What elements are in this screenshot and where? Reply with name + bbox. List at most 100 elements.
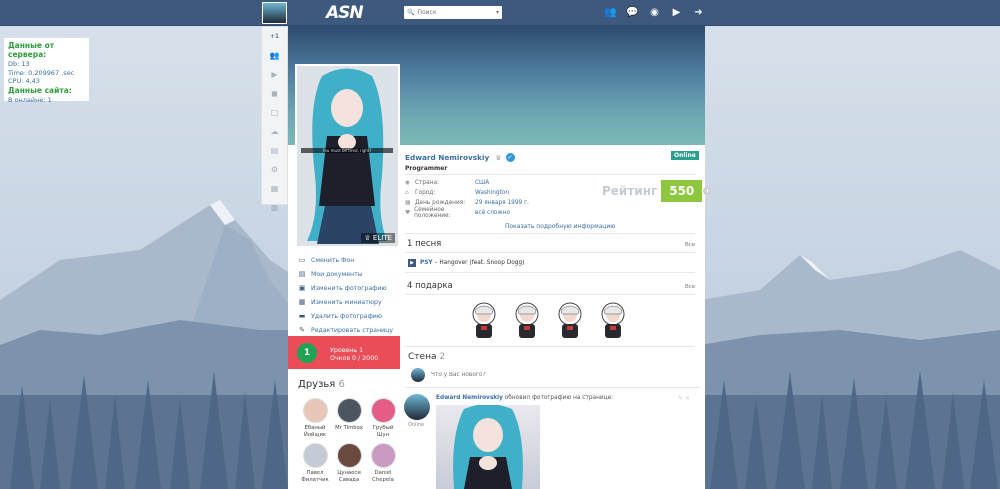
wall-post-input[interactable] [431,372,631,378]
close-icon[interactable]: ✕ [685,395,690,402]
info-row: ⌂ Город: Washington [405,188,529,198]
profile-name[interactable]: Edward Nemirovskiy [405,153,489,162]
video-icon[interactable]: ▶ [262,65,287,84]
gifts-title[interactable]: 4 подарка [407,281,453,291]
post-image[interactable] [436,405,540,489]
user-avatar-thumbnail[interactable] [262,2,287,24]
camera-icon[interactable]: ◼ [262,84,287,103]
apps-icon[interactable]: ▦ [262,179,287,198]
side-mini-menu: +1 👥 ▶ ◼ □ ☁ ▤ ⚙ ▦ ▩ [261,26,288,212]
chevron-down-icon[interactable]: ▾ [496,9,499,16]
gift-item[interactable] [599,302,627,342]
action-change-photo[interactable]: ▣ Изменить фотографию [297,281,393,295]
info-key: Город: [415,190,436,196]
profile-actions: ▭ Сменить Фон ▤ Мои документы ▣ Изменить фо… [297,253,393,337]
messages-icon[interactable]: 💬 [626,6,639,19]
action-edit-page[interactable]: ✎ Редактировать страницу [297,323,393,337]
comment-icon[interactable]: ✎ [678,395,683,402]
level-box[interactable]: 1 Уровень 1 Очков 0 / 2000 [288,336,400,369]
friends-count: 6 [338,379,345,390]
post-actions: ✎ ✕ [678,395,690,402]
crown-icon: ♕ [364,234,373,242]
site-logo[interactable]: ASN [326,3,364,23]
gift-figure [472,302,496,338]
top-nav-icons: 👥 💬 ◉ ▶ ➜ [604,6,705,19]
gift-figure [601,302,625,338]
friend-name: Daniel Chepela [372,470,394,483]
friend-item[interactable]: Грубый Шун [366,398,400,438]
document-icon[interactable]: □ [262,103,287,122]
profile-photo-art [297,66,398,246]
gift-icon[interactable]: ♛ [495,154,501,162]
friend-avatar [302,443,328,468]
wall-title[interactable]: Стена 2 [408,352,445,362]
groups-icon[interactable]: ▩ [262,198,287,217]
friend-name: Цунаеси Савада [337,470,361,483]
info-value[interactable]: Washington [475,190,509,196]
action-label: Изменить миниатюру [311,298,382,306]
action-change-thumbnail[interactable]: ▦ Изменить миниатюру [297,295,393,309]
post-author-online: Online [408,422,425,428]
people-icon[interactable]: 👥 [262,46,287,65]
song-item[interactable]: ▶ PSY – Hangover (feat. Snoop Dogg) [408,259,524,267]
post-author-avatar[interactable] [404,394,430,420]
gift-item[interactable] [513,302,541,342]
friends-icon[interactable]: 👥 [604,6,617,19]
post-text: обновил фотографию на странице: [504,395,614,401]
gifts-all-link[interactable]: Все [685,284,695,290]
info-value[interactable]: всё сложно [475,210,510,216]
friend-item[interactable]: Павел Филатчик [298,443,332,483]
action-change-background[interactable]: ▭ Сменить Фон [297,253,393,267]
documents-icon: ▤ [298,270,306,278]
gift-item[interactable] [556,302,584,342]
songs-title[interactable]: 1 песня [407,239,441,249]
wall-title-label: Стена [408,352,437,362]
action-delete-photo[interactable]: ▬ Удалить фотографию [297,309,393,323]
rating-plus-button[interactable]: + [703,187,712,195]
level-points: Очков 0 / 2000 [330,355,379,362]
profile-photo[interactable]: You must be tired, right? ♕ ELITE [295,64,400,248]
gift-item[interactable] [470,302,498,342]
notifications-badge[interactable]: +1 [262,27,287,46]
rating-value: 550 [661,180,703,202]
friend-avatar [370,398,396,423]
friends-title[interactable]: Друзья 6 [298,379,345,390]
info-value[interactable]: США [475,180,489,186]
friend-item[interactable]: Mr Timbox [332,398,366,438]
verified-icon: ✓ [505,153,515,162]
logout-icon[interactable]: ➜ [692,6,705,19]
monitor-icon: ▭ [298,256,306,264]
gift-figure [515,302,539,338]
news-icon[interactable]: ▤ [262,141,287,160]
post-author-name[interactable]: Edward Nemirovskiy [436,395,503,401]
friends-title-label: Друзья [298,379,336,390]
divider [405,387,700,388]
search-icon: 🔍 [407,9,415,16]
show-more-info-link[interactable]: Показать подробную информацию [505,223,615,230]
profile-status[interactable]: Programmer [405,165,447,172]
info-key: Страна: [415,180,439,186]
video-icon[interactable]: ▶ [670,6,683,19]
settings-icon[interactable]: ⚙ [262,160,287,179]
action-my-documents[interactable]: ▤ Мои документы [297,267,393,281]
level-badge: 1 [297,343,317,363]
online-badge: Online [671,151,699,160]
search-input[interactable] [417,9,488,16]
server-cpu: CPU: 4,43 [8,77,40,85]
play-icon[interactable]: ▶ [408,259,416,267]
cloud-icon[interactable]: ☁ [262,122,287,141]
divider [405,252,695,253]
friend-item[interactable]: Daniel Chepela [366,443,400,483]
info-value[interactable]: 29 января 1999 г. [475,200,529,206]
server-db: Db: 13 [8,60,30,68]
songs-all-link[interactable]: Все [685,242,695,248]
post-image-art [453,405,523,489]
friend-avatar [370,443,396,468]
heart-icon: ♥ [405,210,411,216]
games-icon[interactable]: ◉ [648,6,661,19]
site-online: В онлайне: 1 [8,95,52,104]
search-box[interactable]: 🔍 ▾ [404,6,502,19]
friend-item[interactable]: Цунаеси Савада [332,443,366,483]
globe-icon: ◉ [405,180,411,186]
friend-item[interactable]: Ебаный Йойщик [298,398,332,438]
